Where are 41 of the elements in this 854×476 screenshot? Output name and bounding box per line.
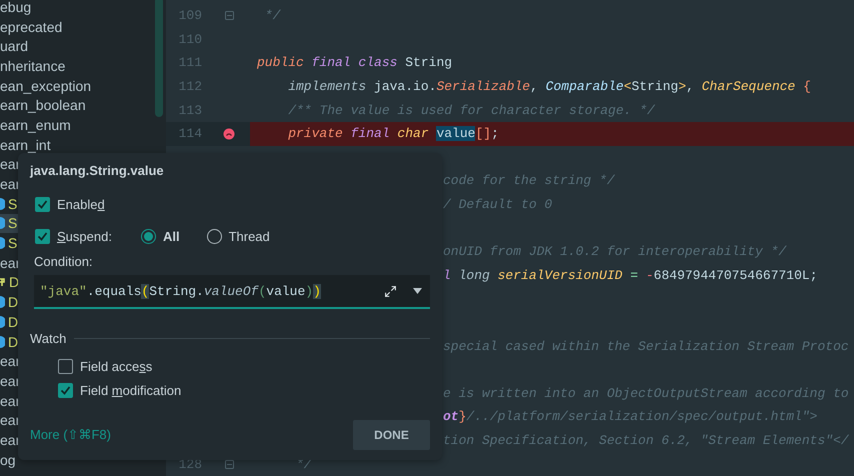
tree-item-label: earn_int (0, 138, 51, 152)
watch-option-label: Field modification (80, 382, 182, 398)
tree-item-label: ean_exception (0, 78, 92, 93)
popup-title: java.lang.String.value (30, 163, 164, 178)
suspend-label: Suspend: (57, 228, 112, 244)
tree-item-label: D (9, 275, 20, 290)
tree-item-label: D (8, 295, 18, 310)
line-number: 114 (178, 126, 202, 142)
watch-label: Watch (30, 331, 66, 346)
code-line: code for the string */ (443, 173, 615, 188)
tree-item-label: D (8, 334, 18, 349)
code-line: e is written into an ObjectOutputStream according to (443, 386, 849, 401)
tree-item-label: earn_boolean (0, 98, 86, 112)
tree-item-label: earn_enum (0, 118, 71, 132)
tree-item-label: ear (0, 177, 20, 192)
tree-item-label: S (8, 216, 18, 230)
code-line: l long serialVersionUID = -6849794470754667710L; (443, 268, 818, 283)
watch-option-label: Field access (80, 358, 152, 374)
tree-item-label: D (8, 314, 18, 329)
radio-label: Thread (228, 228, 270, 244)
code-line: ot}/../platform/serialization/spec/output.html"> (443, 409, 818, 424)
code-line: onUID from JDK 1.0.2 for interoperability */ (443, 244, 786, 260)
condition-label: Condition: (34, 254, 93, 269)
tree-item-label: S (8, 236, 18, 250)
code-line: public final class String (257, 55, 452, 70)
code-line: /** The value is used for character storage. */ (288, 102, 655, 118)
code-line: */ (264, 8, 280, 24)
enabled-label: Enabled (57, 196, 105, 212)
tree-item-label: S (8, 196, 18, 211)
code-line: special cased within the Serialization Stream Protoc (443, 338, 849, 354)
radio-label: All (162, 228, 180, 244)
code-line: private final char value[]; (288, 126, 499, 142)
tree-item-label: eprecated (0, 20, 62, 34)
code-line: / Default to 0 (443, 197, 552, 212)
tree-item-label: ear (0, 413, 20, 428)
tree-item-label: uard (0, 39, 28, 54)
tree-item-label: ebug (0, 0, 32, 14)
tree-item-label: og (0, 452, 16, 467)
code-line: tion Specification, Section 6.2, "Stream Elements"</ (443, 432, 849, 448)
code-line: implements java.io.Serializable, Comparable<String>, CharSequence { (288, 79, 811, 94)
tree-item-label: nheritance (0, 58, 66, 73)
